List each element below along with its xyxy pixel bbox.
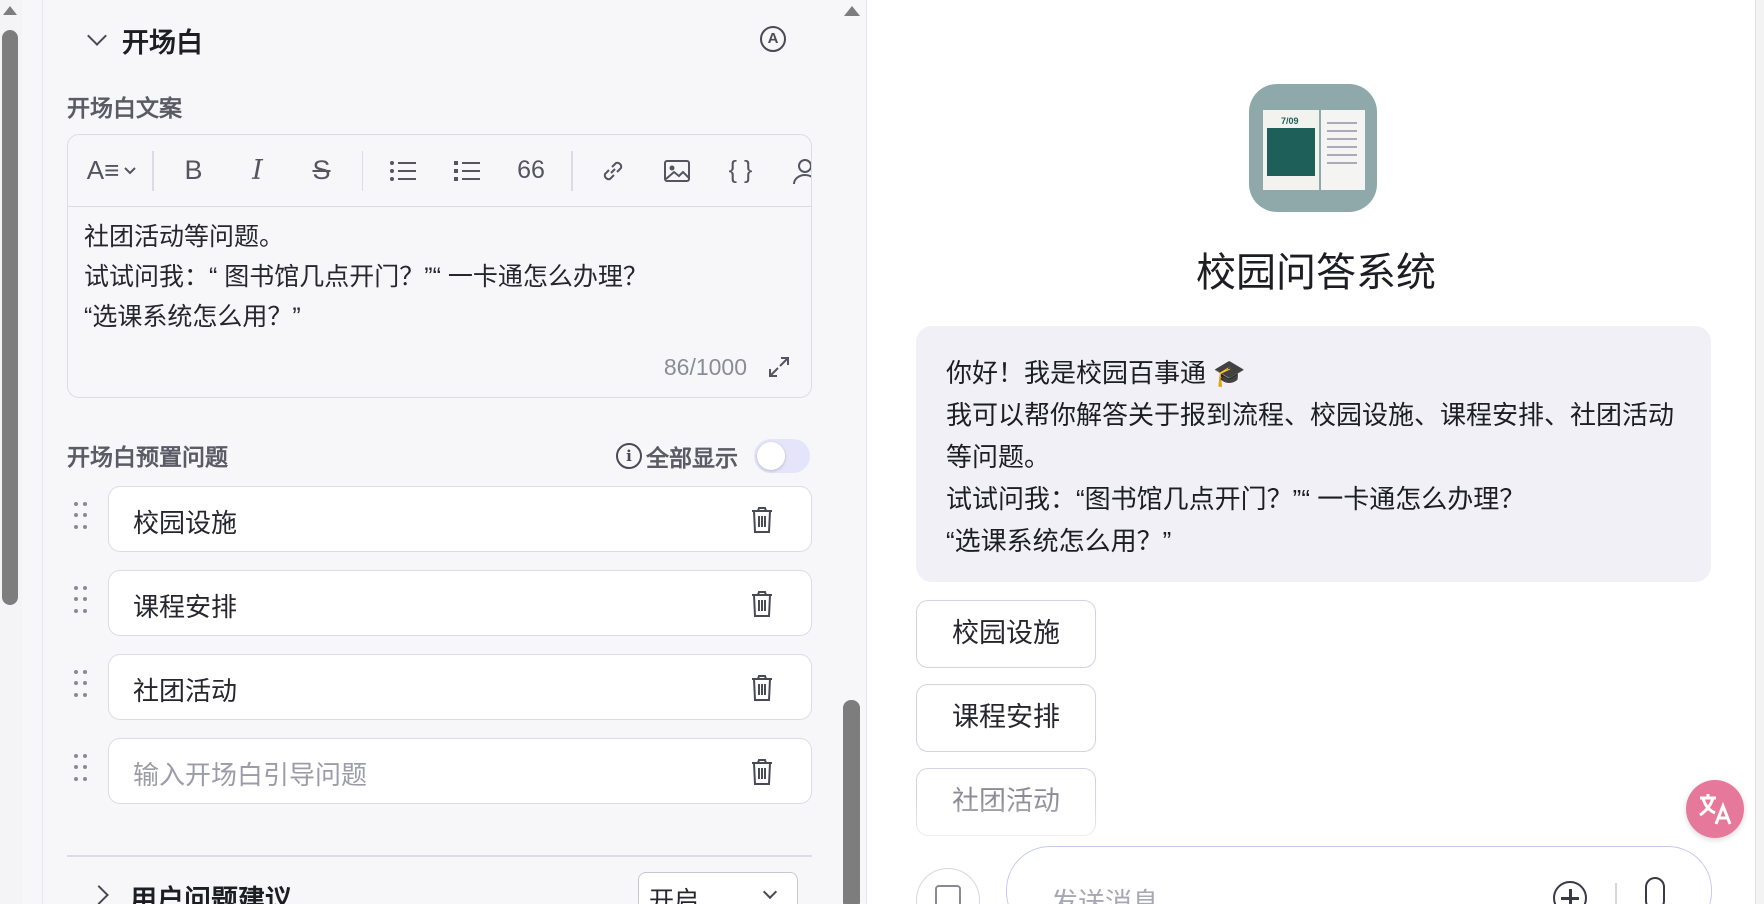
strikethrough-icon[interactable]: S [290, 151, 354, 191]
editor-toolbar: A≡ B I S 66 { } [68, 135, 811, 207]
chevron-down-icon [762, 884, 778, 900]
question-text[interactable]: 社团活动 [133, 671, 237, 708]
scroll-up-arrow-icon[interactable] [3, 6, 17, 15]
code-block-icon[interactable]: { } [709, 151, 773, 191]
avatar-text: 7/09 [1281, 116, 1299, 126]
scrollbar-thumb[interactable] [843, 700, 860, 904]
toolbar-divider [571, 150, 573, 191]
question-text[interactable]: 课程安排 [133, 587, 237, 624]
book-page-image [1321, 110, 1365, 190]
heading-glyph: A≡ [86, 155, 120, 185]
suggestion-select[interactable]: 开启 [638, 872, 798, 904]
page-scrollbar[interactable] [0, 0, 22, 904]
link-icon[interactable] [581, 151, 645, 191]
scroll-up-arrow-icon[interactable] [844, 6, 860, 16]
translate-icon [1699, 794, 1732, 825]
opening-copy-label: 开场白文案 [67, 95, 182, 121]
drag-handle-icon[interactable] [74, 586, 88, 616]
greeting-bubble: 你好！我是校园百事通 🎓 我可以帮你解答关于报到流程、校园设施、课程安排、社团活… [916, 326, 1711, 582]
new-question-input[interactable]: 输入开场白引导问题 [108, 738, 812, 804]
chevron-down-icon[interactable] [87, 26, 107, 46]
show-all-control: i 全部显示 [616, 438, 810, 474]
user-suggestion-title[interactable]: 用户问题建议 [130, 878, 292, 904]
config-scrollbar[interactable] [840, 0, 864, 904]
message-input[interactable]: 发送消息 [1006, 846, 1712, 904]
drag-handle-icon[interactable] [74, 502, 88, 532]
microphone-icon[interactable] [1645, 877, 1665, 904]
mention-icon[interactable] [773, 151, 811, 191]
select-value: 开启 [649, 887, 700, 904]
delete-icon[interactable] [751, 759, 773, 785]
book-cover-image: 7/09 [1263, 110, 1319, 190]
toolbar-divider [361, 150, 363, 191]
char-counter: 86/1000 [663, 354, 747, 380]
delete-icon[interactable] [751, 675, 773, 701]
bot-name: 校园问答系统 [1196, 251, 1436, 295]
clear-context-button[interactable] [916, 868, 980, 904]
suggested-question-chip[interactable]: 课程安排 [916, 684, 1096, 752]
question-row: 社团活动 [70, 654, 812, 720]
italic-icon[interactable]: I [226, 151, 290, 191]
question-input[interactable]: 校园设施 [108, 486, 812, 552]
toggle-knob [757, 442, 785, 470]
translate-button[interactable] [1686, 780, 1744, 838]
question-row: 课程安排 [70, 570, 812, 636]
window-edge [1755, 0, 1764, 904]
drag-handle-icon[interactable] [74, 754, 88, 784]
show-all-label: 全部显示 [646, 445, 738, 471]
chat-preview: 7/09 校园问答系统 你好！我是校园百事通 🎓 我可以帮你解答关于报到流程、校… [868, 0, 1764, 904]
expand-icon[interactable] [767, 355, 791, 379]
bot-avatar: 7/09 [1249, 84, 1377, 212]
bold-icon[interactable]: B [162, 151, 226, 191]
section-divider [67, 855, 812, 857]
delete-icon[interactable] [751, 591, 773, 617]
suggested-question-chip[interactable]: 校园设施 [916, 600, 1096, 668]
show-all-toggle[interactable] [754, 439, 810, 473]
auto-mode-icon[interactable]: A [760, 26, 786, 52]
bullet-list-icon[interactable] [371, 151, 435, 191]
scrollbar-thumb[interactable] [2, 30, 18, 605]
question-row: 输入开场白引导问题 [70, 738, 812, 804]
broom-icon [935, 885, 961, 904]
toolbar-divider [152, 150, 154, 191]
drag-handle-icon[interactable] [74, 670, 88, 700]
quote-icon[interactable]: 66 [499, 151, 563, 191]
image-icon[interactable] [645, 151, 709, 191]
info-icon[interactable]: i [616, 443, 642, 469]
preset-questions-label: 开场白预置问题 [67, 444, 228, 470]
question-input[interactable]: 社团活动 [108, 654, 812, 720]
input-divider [1615, 883, 1617, 904]
question-row: 校园设施 [70, 486, 812, 552]
question-placeholder[interactable]: 输入开场白引导问题 [133, 755, 367, 792]
editor-content[interactable]: 社团活动等问题。 试试问我：“ 图书馆几点开门？”“ 一卡通怎么办理？ “选课系… [68, 207, 811, 337]
opening-section-header[interactable]: 开场白 A [60, 18, 810, 62]
section-title: 开场白 [122, 27, 203, 58]
heading-dropdown-icon[interactable]: A≡ [80, 151, 144, 191]
message-placeholder[interactable]: 发送消息 [1051, 881, 1159, 904]
question-input[interactable]: 课程安排 [108, 570, 812, 636]
ordered-list-icon[interactable] [435, 151, 499, 191]
suggested-question-chip[interactable]: 社团活动 [916, 768, 1096, 836]
delete-icon[interactable] [751, 507, 773, 533]
rich-text-editor[interactable]: A≡ B I S 66 { } 社团活动等问题。 试试问我：“ 图书馆几点开门？… [67, 134, 812, 398]
question-text[interactable]: 校园设施 [133, 503, 237, 540]
add-attachment-icon[interactable] [1553, 881, 1587, 904]
